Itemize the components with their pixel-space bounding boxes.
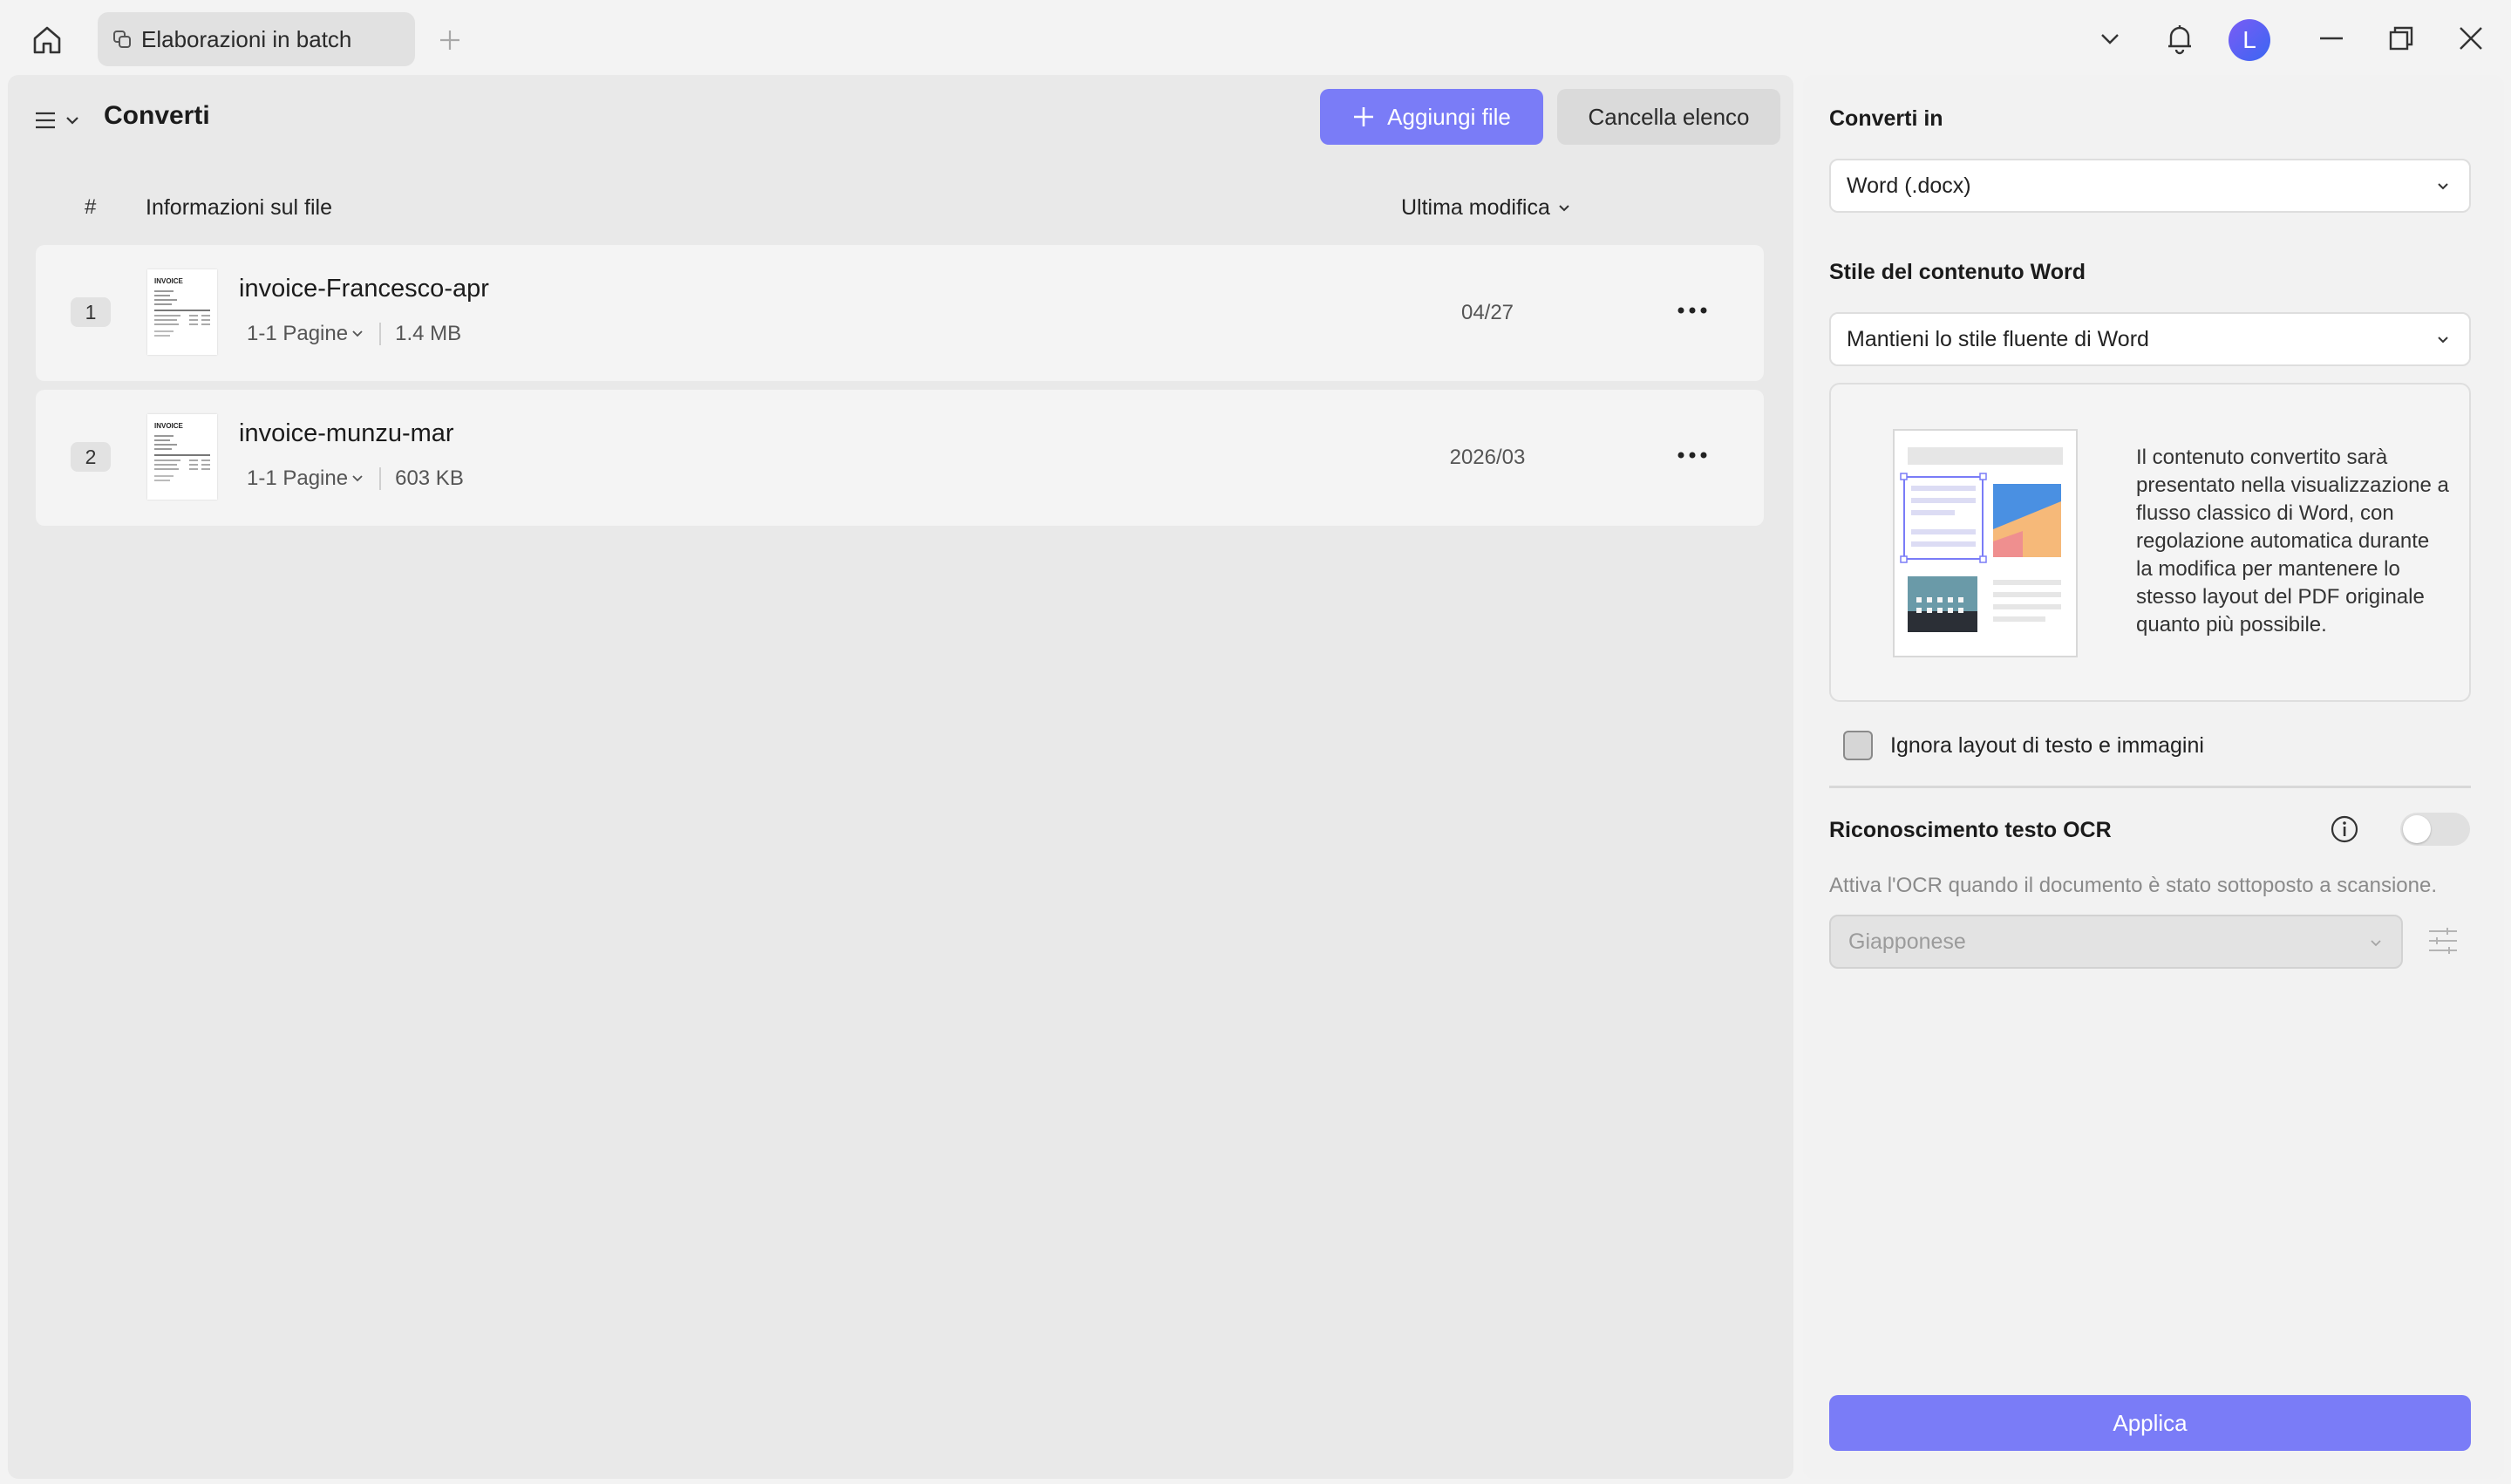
- close-icon[interactable]: [2453, 21, 2488, 56]
- toggle-knob: [2403, 815, 2431, 843]
- ocr-title: Riconoscimento testo OCR: [1829, 818, 2112, 842]
- ocr-language-value: Giapponese: [1848, 929, 1966, 954]
- batch-icon: [112, 29, 133, 50]
- add-files-label: Aggiungi file: [1387, 103, 1511, 130]
- thumbnail-heading: INVOICE: [154, 422, 184, 430]
- convert-to-label: Converti in: [1829, 106, 1943, 131]
- page-range-dropdown[interactable]: 1-1 Pagine: [247, 466, 364, 491]
- avatar[interactable]: L: [2229, 19, 2270, 61]
- ignore-layout-label: Ignora layout di testo e immagini: [1890, 732, 2204, 758]
- style-description: Il contenuto convertito sarà presentato …: [2136, 446, 2449, 636]
- more-options-icon[interactable]: [1675, 297, 1710, 323]
- table-row[interactable]: 1 INVOICE invoice-Francesco-apr 1-1 Pagi…: [36, 245, 1764, 381]
- row-index: 1: [71, 297, 111, 327]
- column-header-index: #: [85, 195, 97, 219]
- chevron-down-icon: [2436, 180, 2450, 194]
- clear-list-button[interactable]: Cancella elenco: [1557, 89, 1780, 145]
- thumbnail-heading: INVOICE: [154, 277, 184, 285]
- file-thumbnail: INVOICE: [147, 414, 217, 500]
- tab-batch[interactable]: Elaborazioni in batch: [98, 12, 415, 66]
- divider: [1829, 786, 2471, 788]
- settings-panel: Converti in Word (.docx) Stile del conte…: [1803, 75, 2504, 1479]
- ocr-description: Attiva l'OCR quando il documento è stato…: [1829, 874, 2437, 897]
- chevron-down-icon: [65, 113, 79, 127]
- file-thumbnail: INVOICE: [147, 269, 217, 355]
- title-bar: Elaborazioni in batch L: [0, 0, 2511, 77]
- style-preview-card: Il contenuto convertito sarà presentato …: [1829, 383, 2471, 702]
- page-range-dropdown[interactable]: 1-1 Pagine: [247, 322, 364, 346]
- ignore-layout-checkbox[interactable]: [1843, 731, 1873, 760]
- restore-icon[interactable]: [2384, 21, 2419, 56]
- plus-icon[interactable]: [436, 26, 464, 54]
- divider: [379, 323, 382, 345]
- info-icon[interactable]: [2330, 814, 2359, 844]
- convert-to-value: Word (.docx): [1847, 173, 1971, 198]
- word-style-select[interactable]: Mantieni lo stile fluente di Word: [1829, 312, 2471, 366]
- convert-to-select[interactable]: Word (.docx): [1829, 159, 2471, 213]
- file-size: 603 KB: [395, 466, 464, 490]
- row-index: 2: [71, 442, 111, 472]
- file-meta: 1-1 Pagine 1.4 MB: [247, 322, 461, 346]
- file-modified-date: 2026/03: [1449, 446, 1526, 469]
- chevron-down-icon: [351, 473, 364, 485]
- menu-button[interactable]: [34, 103, 88, 138]
- ocr-toggle[interactable]: [2400, 813, 2470, 846]
- column-header-modified[interactable]: Ultima modifica: [1401, 195, 1571, 221]
- ocr-language-select[interactable]: Giapponese: [1829, 915, 2403, 969]
- column-header-modified-label: Ultima modifica: [1401, 195, 1550, 220]
- apply-button[interactable]: Applica: [1829, 1395, 2471, 1451]
- chevron-down-icon[interactable]: [2092, 21, 2127, 56]
- menu-icon: [34, 109, 57, 132]
- add-files-button[interactable]: Aggiungi file: [1320, 89, 1543, 145]
- more-options-icon[interactable]: [1675, 442, 1710, 468]
- file-list-panel: Converti Aggiungi file Cancella elenco #…: [8, 75, 1793, 1479]
- bell-icon[interactable]: [2162, 21, 2197, 56]
- chevron-down-icon: [351, 328, 364, 340]
- home-icon[interactable]: [30, 23, 65, 58]
- file-modified-date: 04/27: [1460, 301, 1514, 324]
- word-style-value: Mantieni lo stile fluente di Word: [1847, 326, 2149, 351]
- file-size: 1.4 MB: [395, 322, 462, 345]
- chevron-down-icon: [2436, 333, 2450, 347]
- tab-label: Elaborazioni in batch: [141, 25, 352, 52]
- word-style-label: Stile del contenuto Word: [1829, 260, 2086, 284]
- file-meta: 1-1 Pagine 603 KB: [247, 466, 464, 491]
- page-range-label: 1-1 Pagine: [247, 466, 349, 490]
- sliders-icon[interactable]: [2426, 921, 2460, 961]
- page-title: Converti: [104, 101, 210, 130]
- page-range-label: 1-1 Pagine: [247, 322, 349, 345]
- chevron-down-icon: [2370, 937, 2382, 950]
- column-header-file-info: Informazioni sul file: [146, 195, 332, 220]
- file-name: invoice-Francesco-apr: [239, 275, 489, 303]
- file-name: invoice-munzu-mar: [239, 419, 454, 447]
- minimize-icon[interactable]: [2314, 21, 2349, 56]
- table-row[interactable]: 2 INVOICE invoice-munzu-mar 1-1 Pagine 6…: [36, 390, 1764, 526]
- document-preview-illustration: [1892, 428, 2079, 658]
- plus-icon: [1352, 106, 1375, 128]
- divider: [379, 467, 382, 490]
- ignore-layout-option[interactable]: Ignora layout di testo e immagini: [1843, 731, 2204, 760]
- chevron-down-icon: [1557, 201, 1571, 215]
